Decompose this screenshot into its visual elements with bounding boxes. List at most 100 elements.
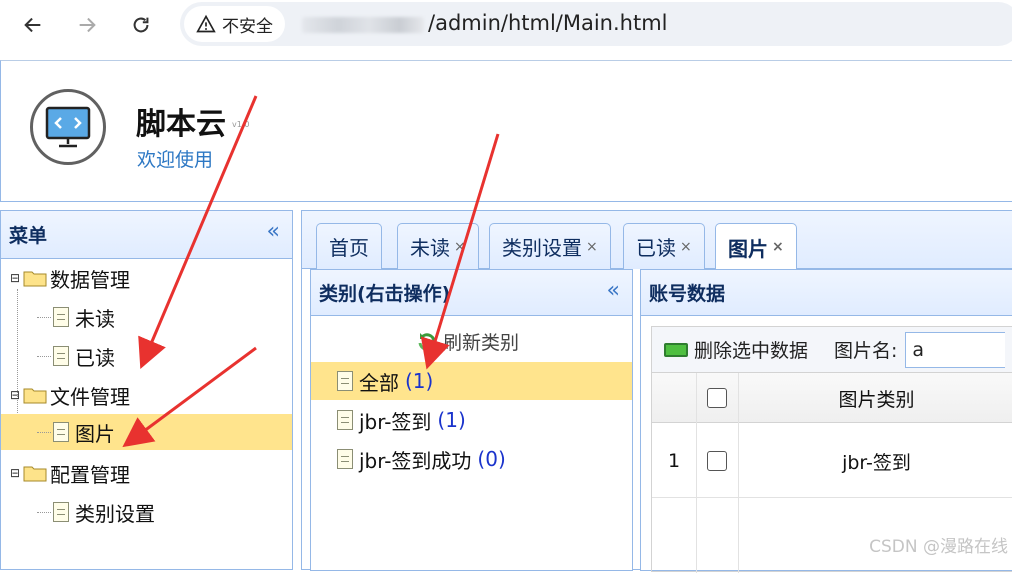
document-icon xyxy=(337,371,353,391)
tab-label: 类别设置 xyxy=(502,232,582,261)
security-chip[interactable]: 不安全 xyxy=(184,6,285,42)
select-all-checkbox[interactable] xyxy=(696,373,738,423)
menu-panel: 菜单 « ⊟ 数据管理 未读 已读 ⊟ 文件管理 图片 ⊟ 配置管理 类别设置 xyxy=(0,210,293,570)
document-icon xyxy=(53,346,69,366)
row-category-cell: jbr-签到 xyxy=(738,431,1012,491)
tree-connector xyxy=(37,512,51,513)
tab-images[interactable]: 图片 × xyxy=(715,223,797,270)
security-label: 不安全 xyxy=(222,12,273,37)
tree-folder-file-management[interactable]: ⊟ 文件管理 xyxy=(1,377,292,413)
collapse-toggle-icon[interactable]: ⊟ xyxy=(7,466,23,480)
tree-label: 未读 xyxy=(75,303,115,332)
app-version: v1.0 xyxy=(232,120,249,129)
tree-item-read[interactable]: 已读 xyxy=(1,338,292,374)
category-item-jbr-signin-success[interactable]: jbr-签到成功 (0) xyxy=(311,440,632,478)
tree-label: 已读 xyxy=(75,342,115,371)
monitor-code-icon xyxy=(30,89,106,165)
delete-icon xyxy=(664,343,688,357)
document-icon xyxy=(53,307,69,327)
redacted-host xyxy=(302,17,424,33)
address-bar[interactable]: 不安全 /admin/html/Main.html xyxy=(180,2,1012,46)
grid-header: 图片类别 xyxy=(652,373,1012,423)
category-panel-title: 类别(右击操作) xyxy=(319,279,450,306)
category-panel: 类别(右击操作) « 刷新类别 全部 (1) jbr-签到 (1) jbr-签到… xyxy=(310,269,633,571)
close-icon[interactable]: × xyxy=(772,239,784,255)
tab-label: 图片 xyxy=(728,233,768,262)
document-icon xyxy=(337,410,353,430)
tab-category-settings[interactable]: 类别设置 × xyxy=(489,223,611,269)
close-icon[interactable]: × xyxy=(586,239,598,255)
tab-label: 首页 xyxy=(329,232,369,261)
tab-unread[interactable]: 未读 × xyxy=(397,223,479,269)
image-name-input[interactable]: a xyxy=(905,332,1005,368)
back-button[interactable] xyxy=(16,8,50,42)
close-icon[interactable]: × xyxy=(454,239,466,255)
category-label: jbr-签到成功 xyxy=(359,445,471,474)
category-count: (1) xyxy=(405,369,433,393)
collapse-toggle-icon[interactable]: ⊟ xyxy=(7,271,23,285)
category-item-jbr-signin[interactable]: jbr-签到 (1) xyxy=(311,401,632,439)
tree-label: 图片 xyxy=(75,418,115,447)
forward-arrow-icon xyxy=(76,14,98,36)
category-label: jbr-签到 xyxy=(359,406,431,435)
tree-folder-data-management[interactable]: ⊟ 数据管理 xyxy=(1,260,292,296)
tree-label: 数据管理 xyxy=(50,264,130,293)
tree-folder-config-management[interactable]: ⊟ 配置管理 xyxy=(1,455,292,491)
category-panel-header: 类别(右击操作) « xyxy=(311,270,632,316)
delete-label: 删除选中数据 xyxy=(694,336,808,363)
tab-label: 已读 xyxy=(636,232,676,261)
checkbox[interactable] xyxy=(707,451,727,471)
welcome-text: 欢迎使用 xyxy=(137,145,213,172)
warning-icon xyxy=(196,14,216,34)
app-header: 脚本云 v1.0 欢迎使用 xyxy=(0,60,1012,202)
tree-item-category-settings[interactable]: 类别设置 xyxy=(1,494,292,530)
tree-item-unread[interactable]: 未读 xyxy=(1,299,292,335)
category-count: (0) xyxy=(477,447,505,471)
delete-selected-button[interactable]: 删除选中数据 xyxy=(652,336,808,363)
document-icon xyxy=(53,502,69,522)
checkbox[interactable] xyxy=(707,388,727,408)
row-checkbox[interactable] xyxy=(696,431,738,491)
collapse-toggle-icon[interactable]: ⊟ xyxy=(7,388,23,402)
menu-collapse-icon[interactable]: « xyxy=(267,219,280,244)
tree-label: 配置管理 xyxy=(50,459,130,488)
menu-title: 菜单 xyxy=(9,221,47,248)
refresh-categories-button[interactable]: 刷新类别 xyxy=(415,328,519,355)
account-panel-header: 账号数据 xyxy=(641,270,1012,316)
tab-bar: 首页 未读 × 类别设置 × 已读 × 图片 × xyxy=(302,211,1012,269)
tree-connector xyxy=(37,317,51,318)
close-icon[interactable]: × xyxy=(680,239,692,255)
category-collapse-icon[interactable]: « xyxy=(607,278,620,303)
document-icon xyxy=(337,449,353,469)
reload-button[interactable] xyxy=(124,8,158,42)
tab-home[interactable]: 首页 xyxy=(316,223,382,269)
app-title: 脚本云 xyxy=(136,99,226,143)
category-count: (1) xyxy=(437,408,465,432)
url-path: /admin/html/Main.html xyxy=(428,11,668,35)
column-header-category[interactable]: 图片类别 xyxy=(738,373,1012,423)
tab-container: 首页 未读 × 类别设置 × 已读 × 图片 × 类别(右击操作) « xyxy=(301,210,1012,570)
category-item-all[interactable]: 全部 (1) xyxy=(311,362,632,400)
tree-connector xyxy=(37,432,51,433)
tree-item-images[interactable]: 图片 xyxy=(1,414,292,450)
tree-label: 类别设置 xyxy=(75,498,155,527)
account-data-panel: 账号数据 删除选中数据 图片名: a 图片类别 1 jbr-签到 xyxy=(640,269,1012,571)
tree-label: 文件管理 xyxy=(50,381,130,410)
folder-icon xyxy=(23,464,47,482)
tree-connector xyxy=(37,356,51,357)
reload-icon xyxy=(130,14,152,36)
forward-button[interactable] xyxy=(70,8,104,42)
document-icon xyxy=(53,422,69,442)
browser-toolbar: 不安全 /admin/html/Main.html xyxy=(0,0,1012,50)
account-panel-title: 账号数据 xyxy=(649,279,725,306)
tab-read[interactable]: 已读 × xyxy=(623,223,705,269)
tab-label: 未读 xyxy=(410,232,450,261)
menu-header: 菜单 « xyxy=(1,211,292,259)
watermark: CSDN @漫路在线 xyxy=(869,532,1008,557)
refresh-label: 刷新类别 xyxy=(443,328,519,355)
folder-icon xyxy=(23,269,47,287)
back-arrow-icon xyxy=(22,14,44,36)
refresh-icon xyxy=(415,330,439,354)
category-label: 全部 xyxy=(359,367,399,396)
grid-toolbar: 删除选中数据 图片名: a xyxy=(651,326,1012,372)
